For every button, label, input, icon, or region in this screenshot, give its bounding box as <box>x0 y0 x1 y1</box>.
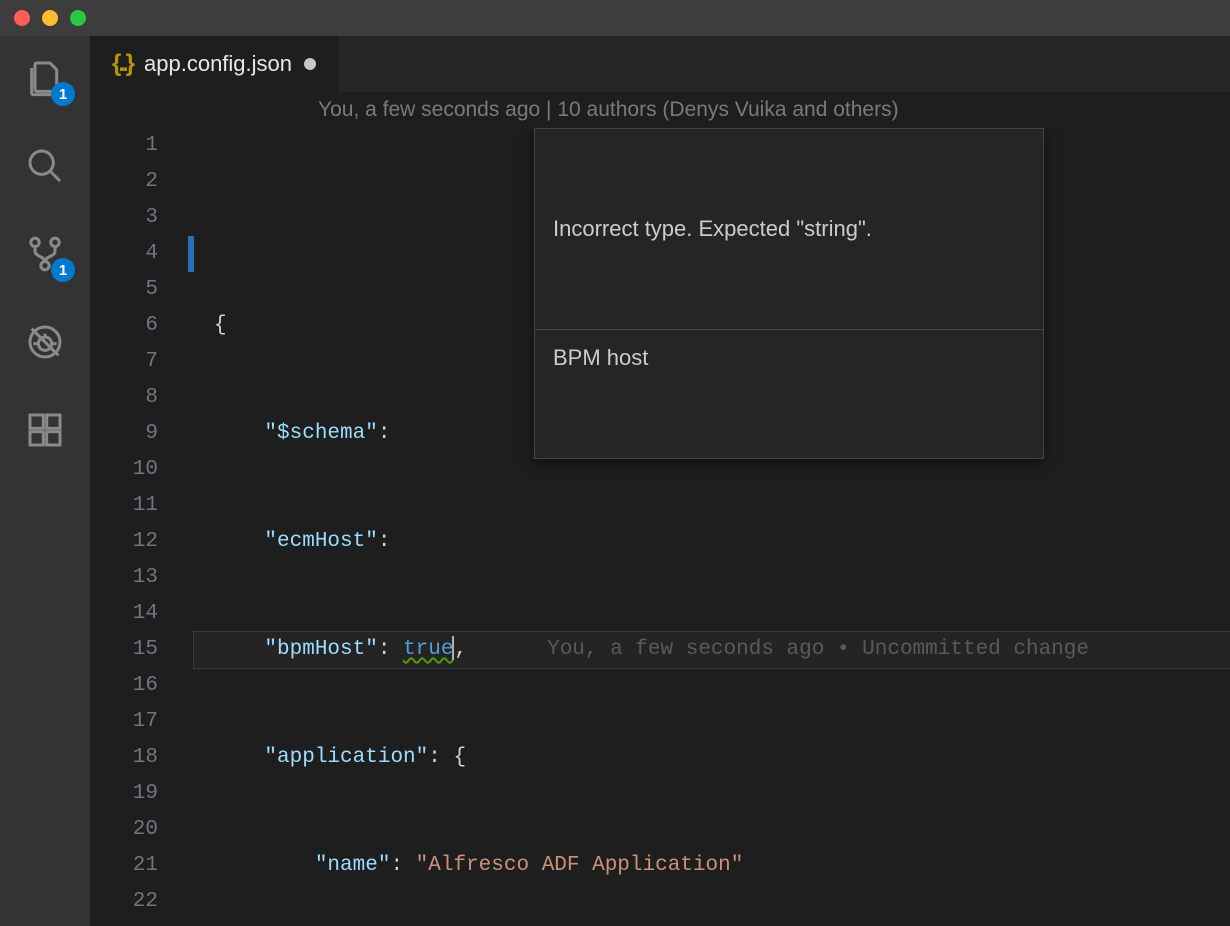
activity-bar: 1 1 <box>0 36 90 926</box>
line-number: 1 <box>90 128 158 164</box>
line-number: 10 <box>90 452 158 488</box>
bug-icon <box>25 322 65 362</box>
window-zoom-button[interactable] <box>70 10 86 26</box>
line-number: 9 <box>90 416 158 452</box>
line-number: 21 <box>90 848 158 884</box>
explorer-tab[interactable]: 1 <box>21 54 69 102</box>
debug-tab[interactable] <box>21 318 69 366</box>
editor[interactable]: 1 2 3 4 5 6 7 8 9 10 11 12 13 14 15 16 1… <box>90 128 1230 926</box>
line-number: 4 <box>90 236 158 272</box>
line-number: 15 <box>90 632 158 668</box>
warning-token: true <box>403 638 453 661</box>
search-tab[interactable] <box>21 142 69 190</box>
hover-error-message: Incorrect type. Expected "string". <box>535 201 1043 257</box>
gitlens-authors-line: You, a few seconds ago | 10 authors (Den… <box>90 92 1230 128</box>
line-number: 16 <box>90 668 158 704</box>
line-number: 22 <box>90 884 158 920</box>
line-number: 17 <box>90 704 158 740</box>
hover-tooltip: Incorrect type. Expected "string". BPM h… <box>534 128 1044 459</box>
line-number: 20 <box>90 812 158 848</box>
line-number: 19 <box>90 776 158 812</box>
code-line: "name": "Alfresco ADF Application" <box>194 848 1230 884</box>
dirty-indicator-icon <box>304 58 316 70</box>
titlebar <box>0 0 1230 36</box>
line-number-gutter: 1 2 3 4 5 6 7 8 9 10 11 12 13 14 15 16 1… <box>90 128 188 926</box>
extensions-tab[interactable] <box>21 406 69 454</box>
code-line: "ecmHost": <box>194 524 1230 560</box>
line-number: 14 <box>90 596 158 632</box>
line-number: 13 <box>90 560 158 596</box>
extensions-icon <box>25 410 65 450</box>
line-number: 11 <box>90 488 158 524</box>
line-number: 18 <box>90 740 158 776</box>
line-number: 5 <box>90 272 158 308</box>
search-icon <box>25 146 65 186</box>
line-number: 2 <box>90 164 158 200</box>
explorer-badge: 1 <box>51 82 75 106</box>
code-line: "application": { <box>194 740 1230 776</box>
tab-bar: {..} app.config.json <box>90 36 1230 92</box>
line-number: 8 <box>90 380 158 416</box>
window-close-button[interactable] <box>14 10 30 26</box>
editor-pane: {..} app.config.json You, a few seconds … <box>90 36 1230 926</box>
gitlens-inline-blame: You, a few seconds ago • Uncommitted cha… <box>547 638 1089 661</box>
source-control-tab[interactable]: 1 <box>21 230 69 278</box>
line-number: 3 <box>90 200 158 236</box>
code-line-current: "bpmHost": true,You, a few seconds ago •… <box>194 632 1230 668</box>
main: 1 1 {..} app.config.json You, a few seco… <box>0 36 1230 926</box>
line-number: 12 <box>90 524 158 560</box>
scm-badge: 1 <box>51 258 75 282</box>
json-file-icon: {..} <box>112 50 132 78</box>
hover-description: BPM host <box>535 329 1043 386</box>
code-content[interactable]: Incorrect type. Expected "string". BPM h… <box>194 128 1230 926</box>
line-number: 7 <box>90 344 158 380</box>
window-minimize-button[interactable] <box>42 10 58 26</box>
tab-filename: app.config.json <box>144 51 292 77</box>
tab-app-config[interactable]: {..} app.config.json <box>90 36 339 92</box>
line-number: 6 <box>90 308 158 344</box>
